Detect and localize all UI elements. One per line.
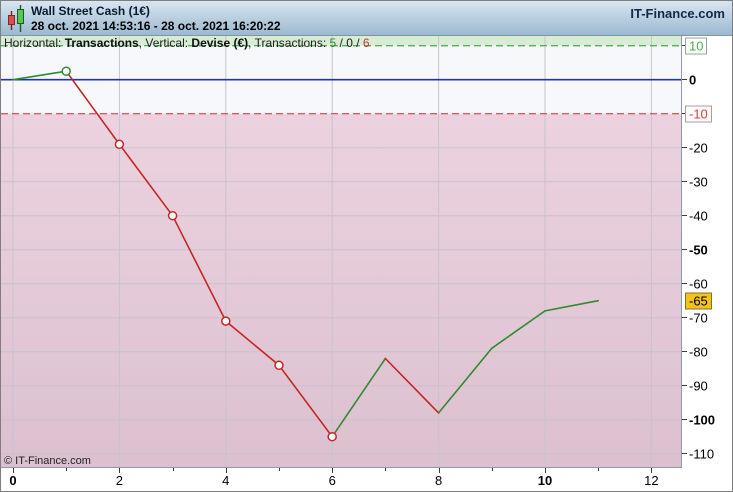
- y-axis-tick: [682, 453, 687, 455]
- x-axis-tick: [66, 468, 68, 471]
- x-axis: 0 2 4 6 8 10 12: [1, 468, 732, 491]
- trade-marker[interactable]: [167, 210, 178, 221]
- y-axis-label: -40: [689, 208, 708, 224]
- info-text-regular: Horizontal:: [4, 36, 65, 50]
- y-axis-label: -100: [689, 412, 716, 428]
- y-axis-label: -20: [689, 140, 708, 156]
- chart-date-range: 28 oct. 2021 14:53:16 - 28 oct. 2021 16:…: [31, 19, 281, 33]
- y-axis-tick: [682, 147, 687, 149]
- candlestick-icon: [8, 5, 24, 32]
- info-text-regular: , Vertical:: [138, 36, 192, 50]
- x-axis-label: 12: [644, 473, 659, 488]
- chart-header: Wall Street Cash (1€) 28 oct. 2021 14:53…: [1, 1, 732, 36]
- watermark: © IT-Finance.com: [4, 455, 91, 467]
- x-axis-label: 0: [9, 473, 17, 488]
- x-axis-label: 4: [222, 473, 230, 488]
- price-chart[interactable]: [1, 36, 682, 468]
- y-axis-label: -110: [689, 446, 715, 462]
- trade-marker[interactable]: [274, 360, 284, 371]
- trade-marker[interactable]: [114, 139, 125, 150]
- info-text-neutral: 0: [346, 36, 353, 50]
- info-text-bold: Devise (€): [191, 36, 249, 50]
- y-axis-tick: [682, 419, 687, 421]
- info-bar: Horizontal: Transactions, Vertical: Devi…: [4, 37, 370, 50]
- x-axis-label: 10: [537, 473, 553, 488]
- zone-below-lower: [1, 113, 682, 468]
- trade-marker[interactable]: [327, 431, 337, 442]
- y-axis-label: -90: [689, 378, 708, 394]
- chart-title: Wall Street Cash (1€): [31, 4, 150, 18]
- x-axis-label: 2: [115, 473, 123, 488]
- trade-marker[interactable]: [221, 316, 231, 326]
- lower-threshold-label[interactable]: -10: [685, 105, 712, 123]
- y-axis-label: 0: [689, 72, 697, 88]
- y-axis-tick: [682, 181, 687, 183]
- info-text-regular: , Transactions:: [248, 36, 330, 50]
- brand-link[interactable]: IT-Finance.com: [630, 6, 725, 21]
- chart-window: Wall Street Cash (1€) 28 oct. 2021 14:53…: [0, 0, 733, 492]
- x-axis-tick: [279, 468, 280, 471]
- info-text-bold: Transactions: [64, 36, 139, 50]
- current-value-label: -65: [685, 292, 712, 310]
- x-axis-label: 8: [434, 473, 443, 488]
- y-axis-label: -70: [689, 310, 708, 326]
- y-axis-label: -30: [689, 174, 708, 190]
- y-axis-label: -60: [689, 276, 708, 292]
- y-axis-label: -80: [689, 344, 708, 360]
- y-axis-tick: [682, 351, 687, 353]
- x-axis-tick: [598, 468, 600, 471]
- y-axis-tick: [682, 317, 687, 319]
- y-axis-tick: [682, 215, 687, 217]
- trade-marker[interactable]: [61, 66, 71, 76]
- x-axis-label: 6: [328, 473, 336, 488]
- y-axis-tick: [682, 283, 687, 285]
- plot-area[interactable]: Horizontal: Transactions, Vertical: Devi…: [1, 36, 682, 468]
- y-axis-tick: [682, 385, 687, 387]
- x-axis-tick: [491, 468, 493, 471]
- info-text-negative: 6: [362, 36, 370, 50]
- info-text-regular: /: [336, 36, 347, 50]
- y-axis-tick: [682, 249, 687, 251]
- info-text-regular: /: [352, 36, 363, 50]
- y-axis-label: -50: [689, 242, 708, 258]
- x-axis-tick: [385, 468, 387, 471]
- x-axis-tick: [172, 468, 174, 471]
- y-axis: 10 0 -10 -20 -30 -40 -50 -60 -65 -70 -80 -90 -100 -11…: [682, 36, 732, 469]
- upper-threshold-label[interactable]: 10: [685, 37, 708, 55]
- y-axis-tick: [682, 79, 687, 81]
